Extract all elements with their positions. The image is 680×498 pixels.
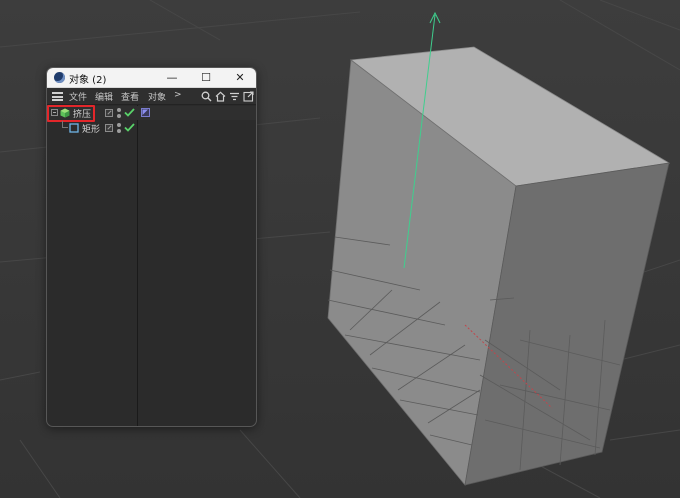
rectangle-spline-icon [69, 123, 79, 133]
home-icon[interactable] [215, 91, 226, 102]
object-row-extrude[interactable]: 挤压 [47, 105, 256, 122]
window-titlebar[interactable]: 对象 (2) — ☐ ✕ [47, 68, 256, 88]
object-row-rectangle[interactable]: 矩形 [47, 121, 256, 135]
menu-more-chevron[interactable]: > [174, 90, 182, 100]
menu-bar: 文件 编辑 查看 对象 > [47, 88, 256, 105]
hamburger-menu-icon[interactable] [52, 92, 63, 101]
layer-toggle-icon[interactable] [105, 124, 113, 132]
maximize-button[interactable]: ☐ [192, 68, 220, 87]
layer-toggle-icon[interactable] [105, 109, 113, 117]
object-manager-window[interactable]: 对象 (2) — ☐ ✕ 文件 编辑 查看 对象 > 挤压 矩形 [46, 67, 257, 427]
phong-tag-icon[interactable] [141, 108, 150, 117]
search-icon[interactable] [201, 91, 212, 102]
object-name-rectangle[interactable]: 矩形 [82, 122, 100, 135]
visibility-dots-icon[interactable] [117, 123, 121, 134]
window-title: 对象 (2) [69, 75, 107, 86]
selection-highlight-box [47, 105, 95, 122]
menu-object[interactable]: 对象 [148, 90, 166, 103]
tree-connector-line [62, 127, 68, 128]
menu-edit[interactable]: 编辑 [95, 90, 113, 103]
new-window-icon[interactable] [243, 91, 254, 102]
minimize-button[interactable]: — [158, 68, 186, 87]
menu-file[interactable]: 文件 [69, 90, 87, 103]
object-list: 挤压 矩形 [47, 105, 256, 426]
cinema4d-app-icon [54, 72, 65, 83]
menu-view[interactable]: 查看 [121, 90, 139, 103]
enabled-check-icon[interactable] [124, 122, 135, 133]
column-divider[interactable] [137, 105, 138, 426]
close-button[interactable]: ✕ [226, 68, 254, 87]
filter-icon[interactable] [229, 91, 240, 102]
enabled-check-icon[interactable] [124, 107, 135, 118]
visibility-dots-icon[interactable] [117, 108, 121, 119]
